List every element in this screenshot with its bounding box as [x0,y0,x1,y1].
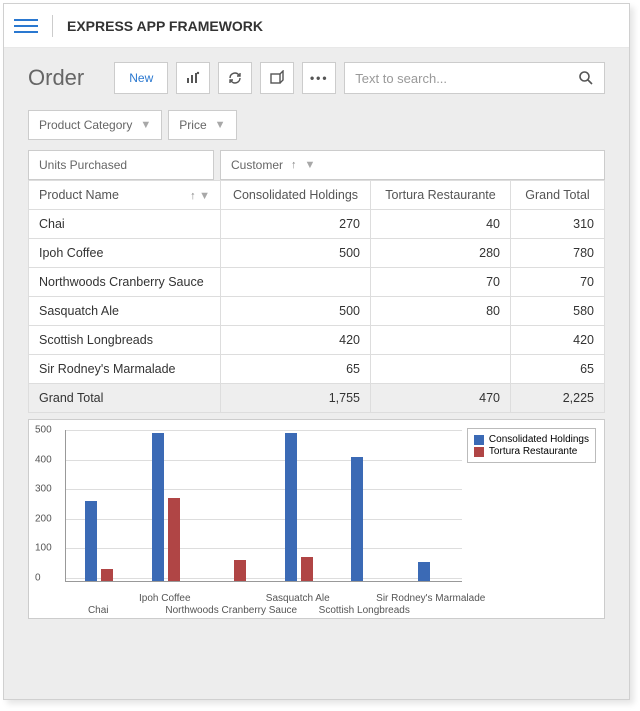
pivot-col-header[interactable]: Tortura Restaurante [371,181,511,210]
y-tick-label: 500 [35,425,52,436]
x-tick-label: Chai [88,605,109,616]
x-tick-label: Northwoods Cranberry Sauce [165,605,297,616]
table-row: Sir Rodney's Marmalade6565 [29,355,605,384]
x-tick-label: Sasquatch Ale [266,593,330,604]
table-total-row: Grand Total1,7554702,225 [29,384,605,413]
chart-type-icon[interactable] [176,62,210,94]
table-cell: Northwoods Cranberry Sauce [29,268,221,297]
chart-bar [285,433,297,581]
chart-bar [168,498,180,581]
table-row: Sasquatch Ale50080580 [29,297,605,326]
y-tick-label: 200 [35,513,52,524]
table-cell: Chai [29,210,221,239]
y-tick-label: 400 [35,454,52,465]
table-cell: 470 [371,384,511,413]
app-title: EXPRESS APP FRAMEWORK [67,18,263,34]
filter-icon: ▼ [140,119,151,131]
filter-label: Price [179,118,206,132]
y-tick-label: 100 [35,543,52,554]
filter-icon: ▼ [215,119,226,131]
chart-plot-area [65,430,462,582]
chart-panel: Consolidated HoldingsTortura Restaurante… [28,419,605,619]
table-cell: 80 [371,297,511,326]
table-cell: 70 [511,268,605,297]
filter-price[interactable]: Price ▼ [168,110,236,140]
table-cell: Grand Total [29,384,221,413]
table-cell: 580 [511,297,605,326]
page-title: Order [28,65,84,91]
search-icon[interactable] [578,70,594,86]
table-cell: 2,225 [511,384,605,413]
y-tick-label: 300 [35,484,52,495]
table-cell: 310 [511,210,605,239]
pivot-row-field-label: Product Name [39,188,119,202]
x-tick-label: Sir Rodney's Marmalade [376,593,485,604]
table-cell: 780 [511,239,605,268]
pivot-table: Product Name ↑ ▼ Consolidated Holdings T… [28,180,605,413]
chart-bar [301,557,313,581]
hamburger-menu-icon[interactable] [14,14,38,38]
filter-icon: ▼ [305,159,316,171]
search-input-container[interactable] [344,62,605,94]
export-icon[interactable] [260,62,294,94]
pivot-column-area[interactable]: Customer ↑ ▼ [220,150,605,180]
x-tick-label: Ipoh Coffee [139,593,191,604]
pivot-col-header[interactable]: Consolidated Holdings [221,181,371,210]
filter-product-category[interactable]: Product Category ▼ [28,110,162,140]
table-row: Scottish Longbreads420420 [29,326,605,355]
table-row: Ipoh Coffee500280780 [29,239,605,268]
table-cell [221,268,371,297]
chart-bar [85,501,97,581]
y-tick-label: 0 [35,573,41,584]
x-tick-label: Scottish Longbreads [319,605,410,616]
pivot-grand-total-header: Grand Total [511,181,605,210]
pivot-data-area[interactable]: Units Purchased [28,150,214,180]
table-cell [371,326,511,355]
chart-legend: Consolidated HoldingsTortura Restaurante [467,428,596,463]
more-actions-icon[interactable]: ••• [302,62,336,94]
table-cell: 420 [511,326,605,355]
table-cell: 280 [371,239,511,268]
pivot-column-field-label: Customer [231,158,283,172]
table-row: Chai27040310 [29,210,605,239]
pivot-row-field-header[interactable]: Product Name ↑ ▼ [29,181,221,210]
table-cell: 420 [221,326,371,355]
search-input[interactable] [355,71,578,86]
table-cell: 70 [371,268,511,297]
new-button[interactable]: New [114,62,168,94]
table-cell: 500 [221,297,371,326]
chart-bar [234,560,246,581]
table-cell: 40 [371,210,511,239]
table-cell [371,355,511,384]
filter-icon: ▼ [199,190,210,202]
table-cell: 65 [511,355,605,384]
separator [52,15,53,37]
refresh-icon[interactable] [218,62,252,94]
legend-item: Consolidated Holdings [474,434,589,445]
filter-label: Product Category [39,118,132,132]
table-cell: Ipoh Coffee [29,239,221,268]
table-cell: 500 [221,239,371,268]
sort-asc-icon: ↑ [190,190,196,202]
table-cell: Sir Rodney's Marmalade [29,355,221,384]
table-cell: 270 [221,210,371,239]
table-cell: 65 [221,355,371,384]
table-cell: Sasquatch Ale [29,297,221,326]
table-cell: 1,755 [221,384,371,413]
table-row: Northwoods Cranberry Sauce 7070 [29,268,605,297]
table-cell: Scottish Longbreads [29,326,221,355]
chart-bar [418,562,430,581]
sort-asc-icon: ↑ [291,159,297,171]
pivot-data-field-label: Units Purchased [39,158,127,172]
legend-item: Tortura Restaurante [474,446,589,457]
chart-bar [351,457,363,581]
chart-bar [101,569,113,581]
chart-bar [152,433,164,581]
